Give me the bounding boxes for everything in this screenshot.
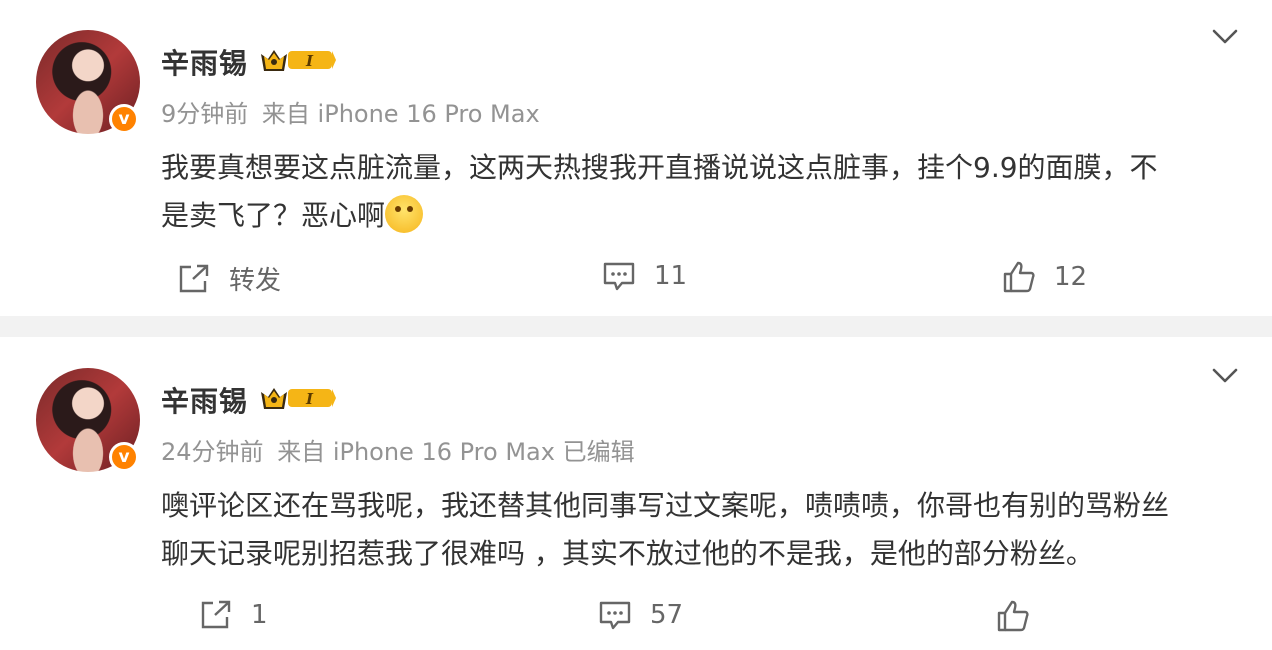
like-button[interactable] bbox=[996, 599, 1048, 633]
crown-level-icon[interactable]: I bbox=[258, 44, 336, 76]
post-content: 噢评论区还在骂我呢，我还替其他同事写过文案呢，啧啧啧，你哥也有别的骂粉丝 聊天记… bbox=[161, 482, 1241, 578]
post-source: 来自 iPhone 16 Pro Max bbox=[261, 100, 540, 128]
comment-count: 11 bbox=[654, 261, 688, 291]
grimace-emoji-icon bbox=[385, 195, 424, 233]
content-line: 聊天记录呢别招惹我了很难吗 ，其实不放过他的不是我，是他的部分粉丝。 bbox=[161, 537, 1094, 570]
like-icon bbox=[997, 600, 1029, 632]
repost-button[interactable]: 1 bbox=[199, 599, 268, 631]
post-meta: 9分钟前 来自 iPhone 16 Pro Max bbox=[161, 94, 540, 129]
repost-count: 1 bbox=[251, 600, 268, 630]
post-content: 我要真想要这点脏流量，这两天热搜我开直播说说这点脏事，挂个9.9的面膜，不 是卖… bbox=[161, 144, 1241, 240]
content-line: 噢评论区还在骂我呢，我还替其他同事写过文案呢，啧啧啧，你哥也有别的骂粉丝 bbox=[161, 489, 1170, 522]
weibo-post-1: v 辛雨锡 I 9分钟前 来自 iPhone 16 Pro Max 我要真想要这… bbox=[0, 0, 1272, 316]
like-count: 12 bbox=[1054, 262, 1088, 292]
repost-icon bbox=[201, 600, 231, 629]
crown-level-icon[interactable]: I bbox=[258, 382, 336, 414]
verified-badge-icon: v bbox=[109, 442, 139, 472]
repost-label: 转发 bbox=[229, 266, 282, 296]
comment-icon bbox=[599, 601, 631, 630]
verified-badge-icon: v bbox=[109, 104, 139, 134]
post-time: 24分钟前 bbox=[161, 438, 264, 466]
content-line: 我要真想要这点脏流量，这两天热搜我开直播说说这点脏事，挂个9.9的面膜，不 bbox=[161, 151, 1158, 184]
comment-button[interactable]: 57 bbox=[598, 599, 683, 631]
comment-icon bbox=[603, 262, 635, 291]
post-time: 9分钟前 bbox=[161, 100, 249, 128]
svg-text:I: I bbox=[305, 52, 314, 70]
repost-icon bbox=[179, 264, 209, 292]
chevron-down-icon[interactable] bbox=[1212, 28, 1238, 46]
comment-button[interactable]: 11 bbox=[602, 260, 687, 292]
like-button[interactable]: 12 bbox=[1002, 260, 1087, 294]
author-name[interactable]: 辛雨锡 bbox=[161, 42, 248, 82]
comment-count: 57 bbox=[650, 600, 684, 630]
chevron-down-icon[interactable] bbox=[1212, 367, 1238, 385]
content-line: 是卖飞了？恶心啊 bbox=[161, 192, 1241, 240]
like-icon bbox=[1003, 261, 1035, 293]
svg-text:I: I bbox=[305, 390, 314, 408]
author-name[interactable]: 辛雨锡 bbox=[161, 380, 248, 420]
repost-button[interactable]: 转发 bbox=[177, 260, 281, 297]
weibo-post-2: v 辛雨锡 I 24分钟前 来自 iPhone 16 Pro Max 已编辑 噢… bbox=[0, 337, 1272, 650]
post-source: 来自 iPhone 16 Pro Max 已编辑 bbox=[277, 438, 635, 466]
post-meta: 24分钟前 来自 iPhone 16 Pro Max 已编辑 bbox=[161, 432, 635, 467]
